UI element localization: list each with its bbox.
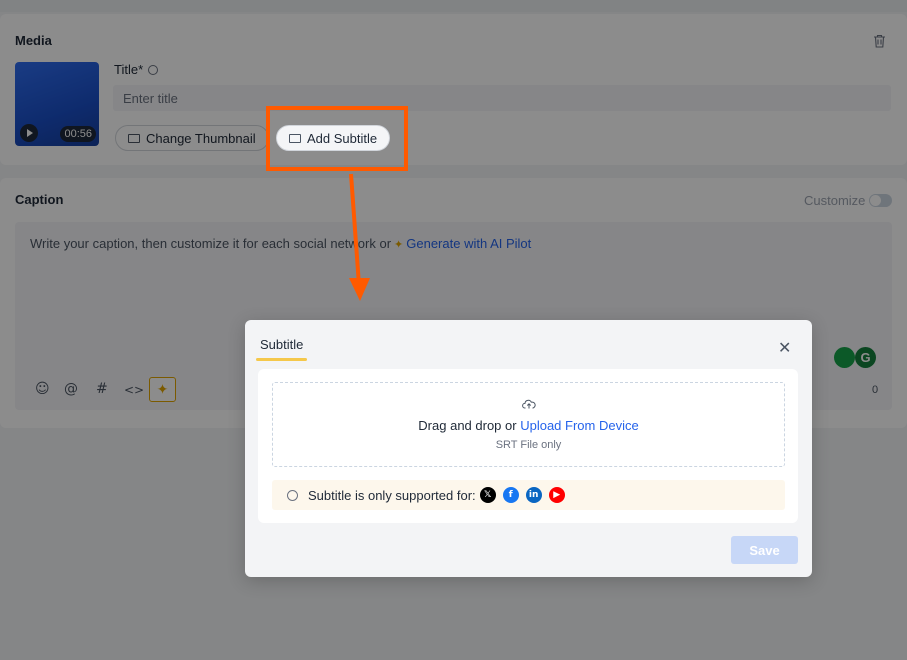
annotation-arrow — [349, 173, 370, 301]
subtitle-modal: Subtitle ✕ Drag and drop or Upload From … — [245, 320, 812, 577]
cloud-upload-icon — [522, 399, 536, 409]
linkedin-icon: in — [525, 487, 542, 503]
tab-subtitle[interactable]: Subtitle — [255, 337, 308, 361]
modal-body: Drag and drop or Upload From Device SRT … — [258, 369, 798, 523]
notice-text: Subtitle is only supported for: — [308, 487, 476, 503]
drop-text: Drag and drop or Upload From Device — [273, 418, 784, 433]
add-subtitle-label: Add Subtitle — [307, 130, 378, 146]
file-dropzone[interactable]: Drag and drop or Upload From Device SRT … — [272, 382, 785, 467]
platform-support-notice: Subtitle is only supported for: 𝕏 f in ▶ — [272, 480, 785, 510]
youtube-icon: ▶ — [548, 487, 565, 503]
info-icon — [287, 489, 298, 501]
add-subtitle-button-highlighted[interactable]: Add Subtitle — [276, 125, 391, 151]
x-icon: 𝕏 — [479, 487, 496, 503]
facebook-icon: f — [502, 487, 519, 503]
save-button[interactable]: Save — [731, 536, 798, 564]
drop-label: Drag and drop or — [418, 418, 517, 433]
subtitle-icon — [289, 133, 301, 143]
close-icon[interactable]: ✕ — [778, 338, 791, 357]
annotation-highlight-box: Add Subtitle — [266, 106, 408, 171]
upload-from-device-link[interactable]: Upload From Device — [520, 418, 639, 433]
file-type-hint: SRT File only — [495, 439, 562, 451]
